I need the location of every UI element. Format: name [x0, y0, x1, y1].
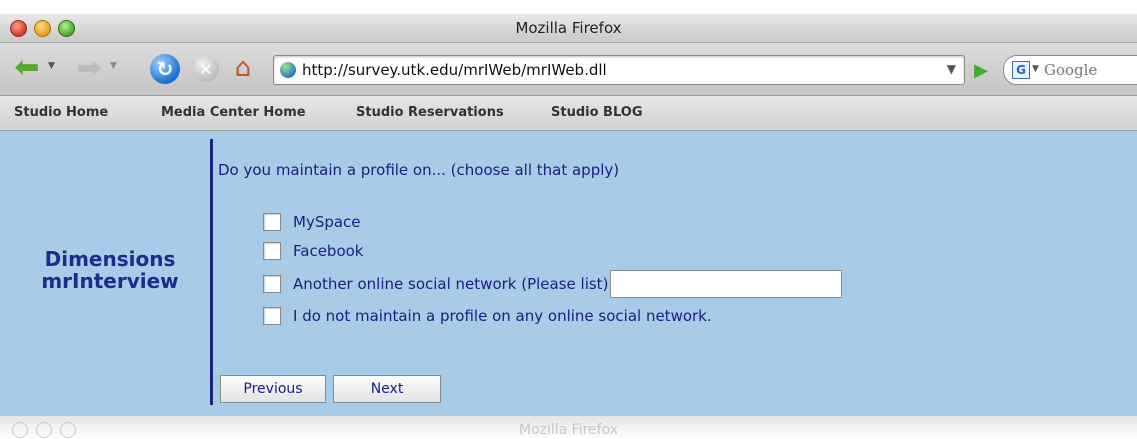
url-history-dropdown-icon[interactable]: ▼: [947, 62, 956, 76]
bookmark-studio-home[interactable]: Studio Home: [14, 105, 108, 120]
home-icon[interactable]: ⌂: [227, 53, 259, 83]
vertical-divider: [210, 139, 213, 405]
checkbox[interactable]: [263, 307, 281, 325]
forward-history-dropdown-icon[interactable]: ▼: [110, 61, 117, 71]
brand-logo: Dimensions mrInterview: [20, 248, 200, 292]
brand-line-2: mrInterview: [41, 269, 179, 293]
window-title: Mozilla Firefox: [515, 19, 622, 37]
option-label: Another online social network (Please li…: [293, 275, 609, 293]
window-titlebar: Mozilla Firefox: [0, 14, 1137, 43]
forward-arrow-icon[interactable]: ➡: [70, 51, 108, 86]
next-button[interactable]: Next: [333, 375, 441, 403]
search-box[interactable]: G ▼: [1003, 55, 1137, 85]
brand-pane: Dimensions mrInterview: [0, 131, 210, 416]
option-label: I do not maintain a profile on any onlin…: [293, 307, 712, 325]
back-history-dropdown-icon[interactable]: ▼: [48, 61, 55, 71]
option-label: Facebook: [293, 242, 364, 260]
question-text: Do you maintain a profile on... (choose …: [218, 161, 620, 179]
address-bar[interactable]: ▼: [273, 55, 965, 85]
bookmarks-toolbar: Studio Home Media Center Home Studio Res…: [0, 96, 1137, 131]
other-network-input[interactable]: [610, 270, 843, 298]
option-myspace[interactable]: MySpace: [263, 213, 361, 231]
bookmark-media-center-home[interactable]: Media Center Home: [161, 105, 306, 120]
bookmark-studio-blog[interactable]: Studio BLOG: [551, 105, 643, 120]
option-no-profile[interactable]: I do not maintain a profile on any onlin…: [263, 307, 712, 325]
option-facebook[interactable]: Facebook: [263, 242, 363, 260]
search-input[interactable]: [1044, 61, 1137, 79]
search-engine-dropdown-icon[interactable]: ▼: [1032, 64, 1039, 74]
brand-line-1: Dimensions: [44, 247, 176, 271]
url-input[interactable]: [302, 61, 902, 79]
reflection-title: Mozilla Firefox: [518, 422, 619, 438]
back-arrow-icon[interactable]: ⬅: [8, 53, 46, 83]
checkbox[interactable]: [263, 213, 281, 231]
bookmark-studio-reservations[interactable]: Studio Reservations: [356, 105, 504, 120]
option-other-network[interactable]: Another online social network (Please li…: [263, 270, 843, 298]
survey-page: Dimensions mrInterview Do you maintain a…: [0, 131, 1137, 416]
navigation-toolbar: ⬅ ▼ ➡ ▼ ↻ ✕ ⌂ ▼ ▶ G ▼: [0, 43, 1137, 96]
checkbox[interactable]: [263, 275, 281, 293]
checkbox[interactable]: [263, 242, 281, 260]
reload-icon[interactable]: ↻: [150, 54, 180, 84]
go-arrow-icon[interactable]: ▶: [970, 59, 992, 81]
stop-icon[interactable]: ✕: [193, 56, 219, 82]
previous-button[interactable]: Previous: [220, 375, 326, 403]
window-reflection: Mozilla Firefox: [0, 416, 1137, 439]
google-engine-icon[interactable]: G: [1012, 61, 1030, 79]
site-globe-icon: [280, 62, 296, 78]
option-label: MySpace: [293, 213, 361, 231]
